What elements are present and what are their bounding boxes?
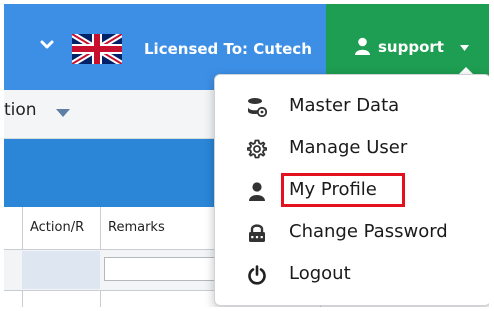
power-icon bbox=[248, 265, 266, 285]
menu-item-label: Change Password bbox=[289, 221, 448, 242]
column-header-action[interactable]: Action/R bbox=[30, 220, 84, 235]
gear-icon bbox=[247, 139, 267, 159]
user-icon bbox=[249, 182, 265, 201]
user-dropdown-menu: Master Data Manage User My Profile Chang… bbox=[214, 74, 489, 306]
license-text: Licensed To: Cutech bbox=[144, 40, 312, 58]
column-header-remarks[interactable]: Remarks bbox=[108, 220, 165, 235]
lock-icon bbox=[249, 224, 265, 242]
menu-item-label: Logout bbox=[289, 263, 351, 284]
uk-flag-icon[interactable] bbox=[72, 34, 122, 64]
menu-item-master-data[interactable]: Master Data bbox=[215, 87, 489, 127]
menu-item-manage-user[interactable]: Manage User bbox=[215, 129, 489, 169]
chevron-down-icon[interactable] bbox=[40, 38, 54, 52]
app-frame: Licensed To: Cutech support tion Action/… bbox=[4, 4, 489, 307]
database-settings-icon bbox=[248, 98, 267, 117]
menu-item-label: Manage User bbox=[289, 137, 408, 158]
user-menu-label: support bbox=[378, 38, 444, 56]
menu-item-logout[interactable]: Logout bbox=[215, 255, 489, 295]
menu-item-label: Master Data bbox=[289, 95, 400, 116]
caret-down-icon bbox=[460, 45, 469, 51]
highlight-box bbox=[281, 173, 405, 207]
filter-cell bbox=[22, 251, 100, 289]
caret-down-icon[interactable] bbox=[56, 109, 70, 117]
user-icon bbox=[355, 37, 370, 55]
section-dropdown-label[interactable]: tion bbox=[4, 100, 37, 120]
remarks-filter-input[interactable] bbox=[104, 257, 217, 281]
menu-item-my-profile[interactable]: My Profile bbox=[215, 171, 489, 211]
menu-item-change-password[interactable]: Change Password bbox=[215, 213, 489, 253]
